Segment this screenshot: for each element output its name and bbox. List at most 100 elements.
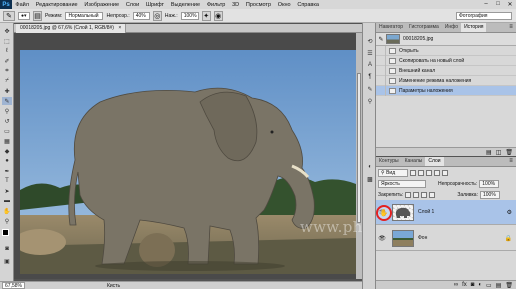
- blend-mode-select[interactable]: Яркость: [378, 179, 426, 188]
- blur-tool-icon[interactable]: ◆: [2, 147, 12, 155]
- filter-shape-icon[interactable]: [434, 169, 440, 176]
- zoom-level-field[interactable]: 67,58%: [2, 282, 25, 289]
- new-adjustment-icon[interactable]: ◐: [478, 282, 482, 288]
- add-mask-icon[interactable]: ◙: [471, 282, 475, 288]
- eraser-tool-icon[interactable]: ▭: [2, 127, 12, 135]
- menu-window[interactable]: Окно: [274, 2, 294, 8]
- menu-filter[interactable]: Фильтр: [203, 2, 228, 8]
- opacity-input[interactable]: 40%: [132, 11, 150, 20]
- type-tool-icon[interactable]: T: [2, 177, 12, 185]
- clone-stamp-tool-icon[interactable]: ⚲: [2, 107, 12, 115]
- menu-help[interactable]: Справка: [294, 2, 322, 8]
- tab-navigator[interactable]: Навигатор: [376, 23, 406, 32]
- history-step-active[interactable]: Параметры наложения: [376, 85, 516, 96]
- brush-panel-toggle[interactable]: ▤: [33, 10, 42, 21]
- history-brush-slot[interactable]: [376, 65, 386, 76]
- styles-panel-icon[interactable]: ▩: [365, 175, 375, 183]
- zoom-tool-icon[interactable]: ⚲: [2, 217, 12, 225]
- shape-tool-icon[interactable]: ▬: [2, 197, 12, 205]
- mode-select[interactable]: Нормальный: [65, 11, 104, 20]
- history-panel-icon[interactable]: ⟲: [365, 37, 375, 45]
- delete-state-icon[interactable]: 🗑: [505, 149, 513, 156]
- layer-opacity-input[interactable]: 100%: [479, 179, 500, 188]
- lock-all-icon[interactable]: [429, 191, 436, 198]
- gradient-tool-icon[interactable]: ▦: [2, 137, 12, 145]
- visibility-eye-icon[interactable]: 👁: [376, 235, 388, 242]
- brush-tool-preset-button[interactable]: ✎: [3, 10, 15, 21]
- character-panel-icon[interactable]: A: [365, 61, 375, 69]
- tab-channels[interactable]: Каналы: [402, 157, 426, 166]
- marquee-tool-icon[interactable]: ⬚: [2, 37, 12, 45]
- brush-size-picker[interactable]: ●▾: [18, 11, 30, 20]
- eyedropper-tool-icon[interactable]: ⌿: [2, 77, 12, 85]
- close-window-button[interactable]: ✕: [504, 1, 516, 8]
- brush-tool-icon[interactable]: ✎: [2, 97, 12, 105]
- move-tool-icon[interactable]: ✥: [2, 27, 12, 35]
- filter-adjustment-icon[interactable]: [418, 169, 424, 176]
- lock-pixels-icon[interactable]: [413, 191, 420, 198]
- new-group-icon[interactable]: ▭: [486, 282, 492, 289]
- tab-info[interactable]: Инфо: [442, 23, 461, 32]
- document-canvas[interactable]: [14, 33, 362, 279]
- document-tab[interactable]: 00018205.jpg @ 67,6% (Слой 1, RGB/8#) ×: [16, 23, 127, 33]
- history-step[interactable]: Скопировать на новый слой: [376, 55, 516, 66]
- crop-tool-icon[interactable]: ⌗: [2, 67, 12, 75]
- layer-fill-input[interactable]: 100%: [479, 190, 500, 199]
- new-layer-icon[interactable]: ▤: [496, 282, 502, 289]
- history-brush-tool-icon[interactable]: ↺: [2, 117, 12, 125]
- quick-selection-tool-icon[interactable]: ✐: [2, 57, 12, 65]
- link-layers-icon[interactable]: ∞: [454, 282, 458, 288]
- dodge-tool-icon[interactable]: ●: [2, 157, 12, 165]
- menu-edit[interactable]: Редактирование: [32, 2, 81, 8]
- lock-position-icon[interactable]: [421, 191, 428, 198]
- quick-mask-icon[interactable]: ◙: [2, 245, 12, 253]
- pressure-opacity-toggle[interactable]: ◎: [152, 10, 162, 21]
- history-step[interactable]: Внешний канал: [376, 65, 516, 76]
- lock-transparent-icon[interactable]: [405, 191, 412, 198]
- layer-row-background[interactable]: 👁 Фон 🔒: [376, 226, 516, 251]
- history-brush-slot[interactable]: [376, 45, 386, 56]
- layer-filter-select[interactable]: ⚲ Вид: [378, 168, 408, 177]
- pressure-size-toggle[interactable]: ◉: [213, 10, 223, 21]
- new-document-from-state-icon[interactable]: ▤: [486, 149, 492, 156]
- scrollbar-thumb[interactable]: [357, 73, 361, 223]
- menu-select[interactable]: Выделение: [167, 2, 203, 8]
- filter-smart-object-icon[interactable]: [442, 169, 448, 176]
- clone-source-icon[interactable]: ⚲: [365, 97, 375, 105]
- menu-3d[interactable]: 3D: [229, 2, 243, 8]
- close-document-icon[interactable]: ×: [118, 25, 121, 31]
- history-brush-slot[interactable]: [376, 55, 386, 66]
- history-step[interactable]: Изменение режима наложения: [376, 75, 516, 86]
- filter-type-icon[interactable]: [426, 169, 432, 176]
- brush-presets-icon[interactable]: ✎: [365, 85, 375, 93]
- panel-menu-icon[interactable]: ≡: [506, 23, 516, 32]
- pen-tool-icon[interactable]: ✒: [2, 167, 12, 175]
- history-brush-slot[interactable]: [376, 85, 386, 96]
- menu-layers[interactable]: Слои: [122, 2, 142, 8]
- flow-input[interactable]: 100%: [180, 11, 199, 20]
- tab-paths[interactable]: Контуры: [376, 157, 402, 166]
- history-step[interactable]: Открыть: [376, 45, 516, 56]
- foreground-color-swatch[interactable]: [2, 229, 9, 236]
- tab-history[interactable]: История: [461, 23, 487, 32]
- color-swatches[interactable]: [2, 229, 12, 240]
- minimize-button[interactable]: –: [480, 1, 492, 8]
- history-brush-slot[interactable]: [376, 75, 386, 86]
- adjustments-panel-icon[interactable]: ◐: [365, 163, 375, 171]
- menu-type[interactable]: Шрифт: [143, 2, 168, 8]
- history-brush-source-icon[interactable]: ✎: [376, 36, 386, 43]
- layer-mask-icon[interactable]: ✋: [376, 205, 392, 221]
- history-snapshot[interactable]: ✎ 00018205.jpg: [376, 33, 516, 46]
- path-selection-tool-icon[interactable]: ➤: [2, 187, 12, 195]
- menu-view[interactable]: Просмотр: [243, 2, 275, 8]
- layer-row-layer1[interactable]: 👁 Слой 1 ⚙: [376, 200, 516, 225]
- lasso-tool-icon[interactable]: ℓ: [2, 47, 12, 55]
- paragraph-panel-icon[interactable]: ¶: [365, 73, 375, 81]
- filter-pixel-icon[interactable]: [410, 169, 416, 176]
- layer-effects-icon[interactable]: ⚙: [507, 209, 512, 216]
- maximize-button[interactable]: □: [492, 1, 504, 8]
- tab-layers[interactable]: Слои: [425, 157, 444, 166]
- menu-image[interactable]: Изображение: [81, 2, 122, 8]
- properties-panel-icon[interactable]: ☰: [365, 49, 375, 57]
- add-style-icon[interactable]: fx: [462, 282, 467, 288]
